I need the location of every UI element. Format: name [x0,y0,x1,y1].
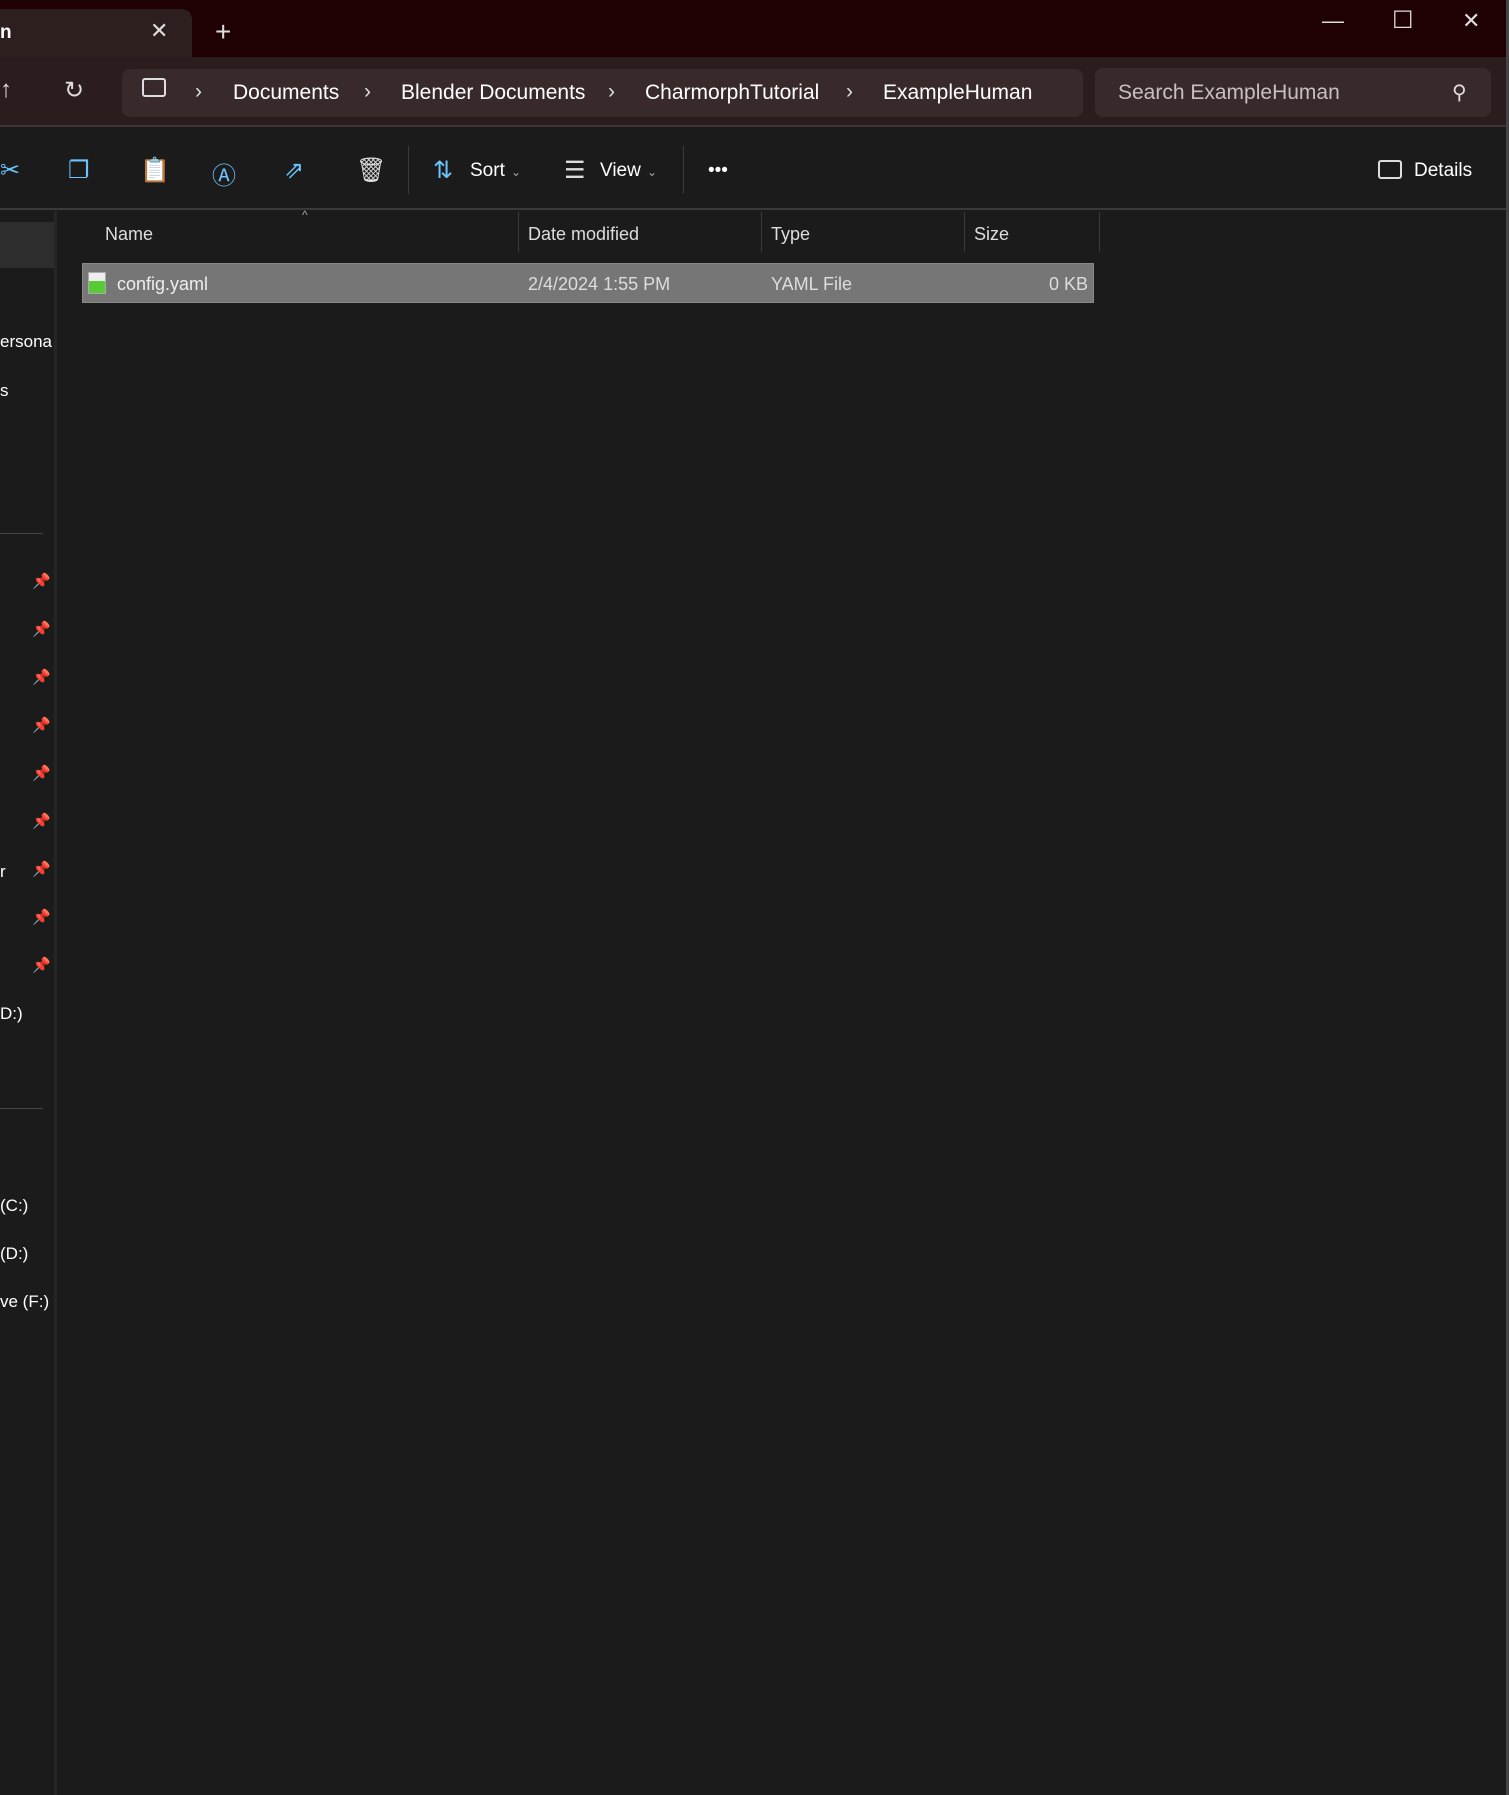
sort-button[interactable]: Sort [470,160,505,182]
toolbar-divider [408,146,409,194]
sidebar-item[interactable]: s [0,381,9,401]
chevron-down-icon[interactable]: ⌄ [647,165,657,179]
minimize-button[interactable]: — [1322,8,1344,34]
column-header-date[interactable]: Date modified [528,224,639,245]
paste-icon[interactable]: 📋 [140,156,170,185]
file-size: 0 KB [1048,274,1088,294]
tab-title: n [0,22,12,43]
sidebar-item[interactable]: D:) [0,1004,23,1024]
share-icon[interactable]: ⇗ [284,156,304,185]
column-header-size[interactable]: Size [974,224,1009,245]
close-tab-icon[interactable]: ✕ [150,18,168,44]
sidebar-item-drive-f[interactable]: ve (F:) [0,1292,49,1312]
breadcrumb-examplehuman[interactable]: ExampleHuman [883,81,1032,105]
breadcrumb-charmorphtutorial[interactable]: CharmorphTutorial [645,81,819,105]
details-button[interactable]: Details [1414,160,1472,182]
column-header-type[interactable]: Type [771,224,810,245]
sidebar-item[interactable]: r [0,862,6,882]
this-pc-icon[interactable] [142,78,166,97]
view-icon[interactable]: ☰ [564,156,586,185]
pin-icon: 📌 [32,765,51,782]
column-header-name[interactable]: Name [105,224,153,245]
pin-icon: 📌 [32,669,51,686]
search-input[interactable]: Search ExampleHuman [1118,81,1340,105]
navigation-pane [0,211,57,1795]
sidebar-divider [0,1108,43,1109]
chevron-down-icon[interactable]: ⌄ [511,165,521,179]
sidebar-divider [0,533,43,534]
maximize-button[interactable]: ☐ [1392,6,1414,35]
details-pane-icon[interactable] [1378,160,1402,179]
chevron-right-icon[interactable]: › [608,80,615,104]
column-divider[interactable] [1099,212,1100,252]
close-window-button[interactable]: ✕ [1462,8,1480,34]
pin-icon: 📌 [32,909,51,926]
pin-icon: 📌 [32,813,51,830]
sidebar-item[interactable]: ersona [0,332,52,352]
file-date: 2/4/2024 1:55 PM [528,274,671,294]
up-arrow-icon[interactable]: ↑ [0,76,12,104]
new-tab-button[interactable]: + [215,16,231,48]
chevron-right-icon[interactable]: › [364,80,371,104]
sort-icon[interactable]: ⇅ [433,156,453,185]
refresh-icon[interactable]: ↻ [64,76,84,105]
pin-icon: 📌 [32,621,51,638]
more-options-button[interactable]: ••• [708,160,728,182]
sort-ascending-icon: ^ [302,208,308,222]
delete-icon[interactable]: 🗑 [356,156,386,185]
file-name[interactable]: config.yaml [117,274,208,295]
rename-icon[interactable]: Ⓐ [212,156,236,191]
copy-icon[interactable]: ❐ [68,156,90,185]
pin-icon: 📌 [32,957,51,974]
chevron-right-icon[interactable]: › [846,80,853,104]
search-icon[interactable]: ⚲ [1452,80,1467,105]
breadcrumb-documents[interactable]: Documents [233,81,339,105]
column-divider[interactable] [518,212,519,252]
yaml-file-icon [88,272,106,294]
chevron-right-icon[interactable]: › [195,80,202,104]
view-button[interactable]: View [600,160,641,182]
breadcrumb-blender-documents[interactable]: Blender Documents [401,81,585,105]
cut-icon[interactable]: ✂ [0,156,20,185]
toolbar-divider [683,146,684,194]
pin-icon: 📌 [32,861,51,878]
file-type: YAML File [771,274,853,294]
sidebar-item-selected[interactable] [0,222,54,268]
pin-icon: 📌 [32,573,51,590]
sidebar-item-drive-d[interactable]: (D:) [0,1244,28,1264]
column-divider[interactable] [964,212,965,252]
pin-icon: 📌 [32,717,51,734]
column-divider[interactable] [761,212,762,252]
sidebar-item-drive-c[interactable]: (C:) [0,1196,28,1216]
